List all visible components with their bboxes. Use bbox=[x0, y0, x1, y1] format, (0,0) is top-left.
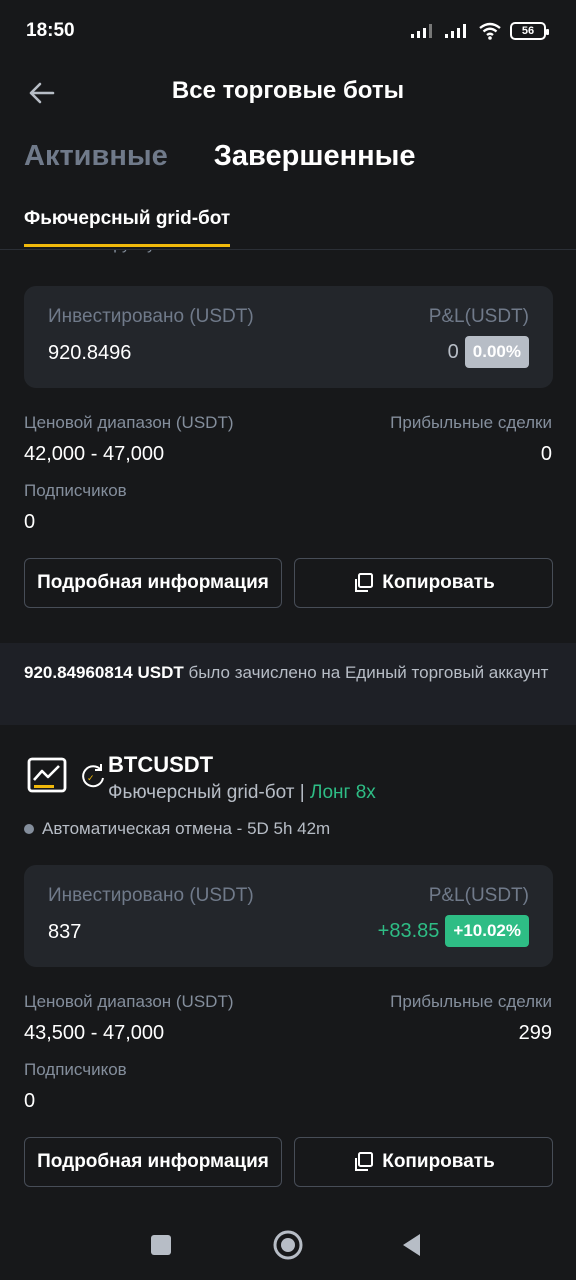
profit-label-1: Прибыльные сделки bbox=[390, 413, 552, 432]
pnl-row-1: 0 0.00% bbox=[448, 336, 529, 368]
page-title: Все торговые боты bbox=[171, 77, 405, 104]
bot-header-2: ✓ BTCUSDT Фьючерсный grid-бот | Лонг 8x bbox=[24, 750, 553, 810]
details-button-2[interactable]: Подробная информация bbox=[24, 1137, 282, 1187]
copy-label-2: Копировать bbox=[382, 1151, 495, 1172]
grid-bot-chart-icon bbox=[27, 757, 67, 793]
wifi-icon bbox=[479, 22, 501, 40]
copy-button-1[interactable]: Копировать bbox=[294, 558, 553, 608]
subs-value-2: 0 bbox=[24, 1090, 36, 1112]
copy-button-2[interactable]: Копировать bbox=[294, 1137, 553, 1187]
details-label-1: Подробная информация bbox=[37, 572, 269, 593]
battery-level: 56 bbox=[521, 25, 535, 37]
back-nav-icon[interactable] bbox=[400, 1232, 424, 1258]
pnl-badge-2: +10.02% bbox=[445, 915, 529, 947]
pnl-label-1: P&L(USDT) bbox=[428, 306, 529, 327]
svg-text:✓: ✓ bbox=[87, 774, 95, 784]
profit-label-2: Прибыльные сделки bbox=[390, 992, 552, 1011]
copy-icon bbox=[355, 573, 374, 592]
credit-notice: 920.84960814 USDT было зачислено на Един… bbox=[0, 643, 576, 725]
system-nav-bar bbox=[0, 1210, 576, 1280]
auto-cancel-icon: ✓ bbox=[82, 764, 104, 788]
home-icon[interactable] bbox=[272, 1229, 304, 1261]
battery-icon: 56 bbox=[510, 22, 549, 40]
cell-signal-2-icon bbox=[445, 24, 466, 38]
nav-bar: Все торговые боты bbox=[0, 62, 576, 122]
copy-icon bbox=[355, 1152, 374, 1171]
bot-status-2-text: Автоматическая отмена - 5D 5h 42m bbox=[42, 819, 331, 838]
recents-icon[interactable] bbox=[149, 1233, 173, 1257]
bot-symbol: BTCUSDT bbox=[108, 752, 214, 777]
status-bar: 18:50 56 bbox=[0, 0, 576, 62]
bot-direction: Лонг 8x bbox=[310, 782, 376, 803]
details-label-2: Подробная информация bbox=[37, 1151, 269, 1172]
range-value-2: 43,500 - 47,000 bbox=[24, 1022, 165, 1044]
pnl-row-2: +83.85 +10.02% bbox=[378, 915, 529, 947]
credit-amount: 920.84960814 USDT bbox=[24, 663, 184, 682]
subs-label-1: Подписчиков bbox=[24, 481, 127, 500]
pnl-badge-1: 0.00% bbox=[464, 336, 529, 368]
subs-label-2: Подписчиков bbox=[24, 1060, 127, 1079]
bot-status-2: Автоматическая отмена - 5D 5h 42m bbox=[24, 819, 330, 839]
range-label-1: Ценовой диапазон (USDT) bbox=[24, 413, 234, 432]
details-button-1[interactable]: Подробная информация bbox=[24, 558, 282, 608]
profit-value-1: 0 bbox=[540, 443, 552, 465]
invested-label-2: Инвестировано (USDT) bbox=[48, 885, 254, 906]
tab-active[interactable]: Активные bbox=[24, 140, 168, 173]
investment-box-2: Инвестировано (USDT) 837 P&L(USDT) +83.8… bbox=[24, 865, 553, 967]
status-icons: 56 bbox=[410, 22, 549, 40]
tab-completed[interactable]: Завершенные bbox=[214, 140, 416, 173]
subs-value-1: 0 bbox=[24, 511, 36, 533]
status-time: 18:50 bbox=[26, 20, 75, 41]
main-tabs: Активные Завершенные bbox=[24, 140, 416, 173]
bot-type-line: Фьючерсный grid-бот | Лонг 8x bbox=[108, 782, 376, 804]
invested-value-2: 837 bbox=[48, 921, 82, 943]
pnl-value-2: +83.85 bbox=[377, 919, 440, 942]
pnl-value-1: 0 bbox=[447, 340, 459, 363]
subtab-bar: Фьючерсный grid-бот bbox=[0, 200, 576, 250]
subtab-futures-grid[interactable]: Фьючерсный grid-бот bbox=[24, 208, 231, 247]
investment-box-1: Инвестировано (USDT) 920.8496 P&L(USDT) … bbox=[24, 286, 553, 388]
invested-value-1: 920.8496 bbox=[48, 342, 132, 364]
copy-label-1: Копировать bbox=[382, 572, 495, 593]
credit-text: было зачислено на Единый торговый аккаун… bbox=[188, 663, 549, 682]
status-dot bbox=[24, 824, 34, 834]
range-label-2: Ценовой диапазон (USDT) bbox=[24, 992, 234, 1011]
bot-type: Фьючерсный grid-бот bbox=[108, 782, 295, 803]
range-value-1: 42,000 - 47,000 bbox=[24, 443, 165, 465]
pnl-label-2: P&L(USDT) bbox=[428, 885, 529, 906]
bot-type-separator: | bbox=[299, 782, 305, 803]
invested-label-1: Инвестировано (USDT) bbox=[48, 306, 254, 327]
cell-signal-icon bbox=[411, 24, 432, 38]
profit-value-2: 299 bbox=[518, 1022, 552, 1044]
